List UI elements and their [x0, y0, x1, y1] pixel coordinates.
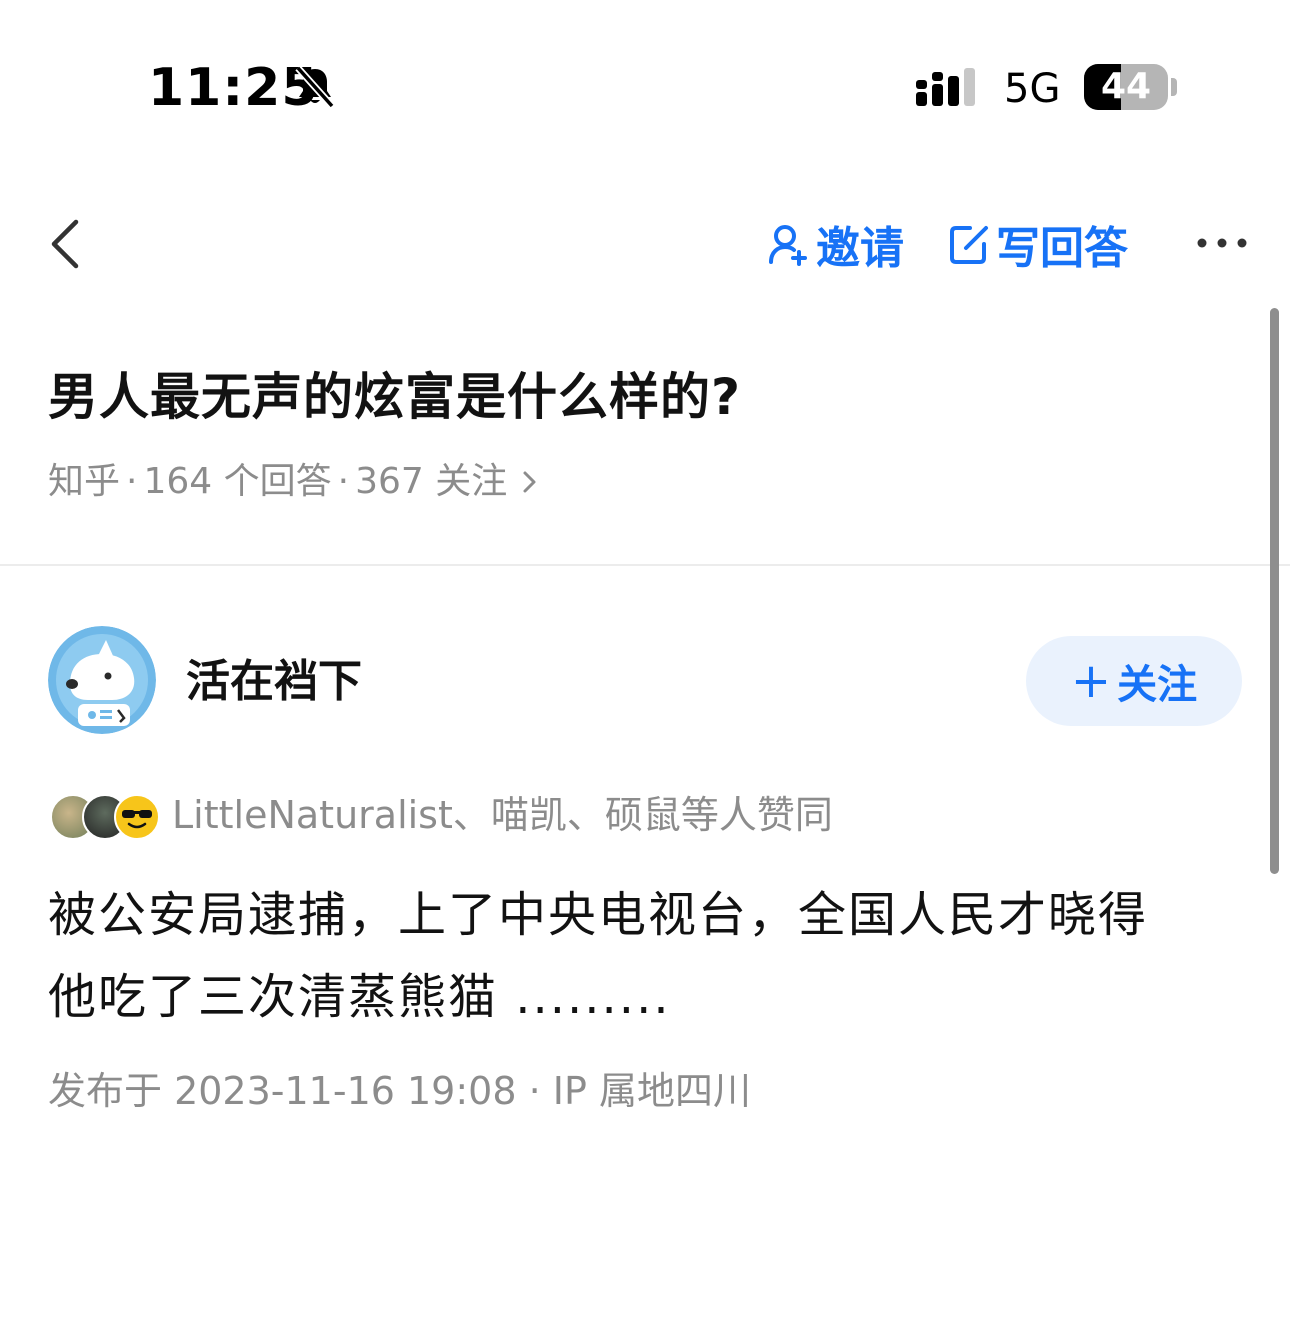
- answer-line: 被公安局逮捕，上了中央电视台，全国人民才晓得: [48, 887, 1149, 943]
- battery-cap: [1171, 78, 1177, 96]
- question-title[interactable]: 男人最无声的炫富是什么样的?: [48, 362, 741, 432]
- followers-count: 367 关注: [355, 461, 508, 502]
- answer-line: 他吃了三次清蒸熊猫 .........: [48, 969, 671, 1025]
- author-name[interactable]: 活在裆下: [186, 652, 362, 712]
- write-answer-button[interactable]: 写回答: [948, 214, 1128, 274]
- author-avatar[interactable]: [48, 626, 156, 734]
- follow-label: 关注: [1117, 662, 1198, 708]
- chevron-left-icon[interactable]: [44, 216, 90, 272]
- network-type: 5G: [1004, 66, 1061, 112]
- answers-count: 164 个回答: [143, 461, 332, 502]
- question-meta[interactable]: 知乎 · 164 个回答 · 367 关注: [48, 456, 539, 508]
- signal-icon: [916, 68, 975, 106]
- voter-avatars[interactable]: [50, 794, 162, 840]
- bell-slash-icon: [295, 65, 335, 109]
- follow-button[interactable]: + 关注: [1026, 636, 1242, 726]
- question-source: 知乎: [48, 461, 121, 502]
- scrollbar[interactable]: [1270, 308, 1279, 874]
- chevron-right-icon: [523, 471, 536, 493]
- dog-astronaut-icon: [48, 626, 156, 734]
- cool-emoji-icon: [114, 794, 160, 840]
- answer-body[interactable]: 被公安局逮捕，上了中央电视台，全国人民才晓得 他吃了三次清蒸熊猫 .......…: [48, 874, 1228, 1038]
- person-plus-icon: [769, 225, 807, 266]
- invite-label: 邀请: [816, 223, 904, 274]
- voters-text[interactable]: LittleNaturalist、喵凯、硕鼠等人赞同: [172, 790, 833, 840]
- meta-separator: ·: [126, 461, 138, 502]
- plus-icon: +: [1070, 653, 1112, 709]
- invite-button[interactable]: 邀请: [768, 214, 904, 274]
- write-answer-label: 写回答: [996, 223, 1128, 274]
- more-dots-icon[interactable]: [1196, 232, 1248, 254]
- publish-info: 发布于 2023-11-16 19:08 · IP 属地四川: [48, 1069, 751, 1113]
- battery-level: 44: [1100, 66, 1152, 107]
- edit-icon: [950, 226, 988, 264]
- battery-indicator: 44: [1084, 64, 1168, 110]
- section-divider: [0, 564, 1290, 566]
- meta-separator: ·: [337, 461, 350, 502]
